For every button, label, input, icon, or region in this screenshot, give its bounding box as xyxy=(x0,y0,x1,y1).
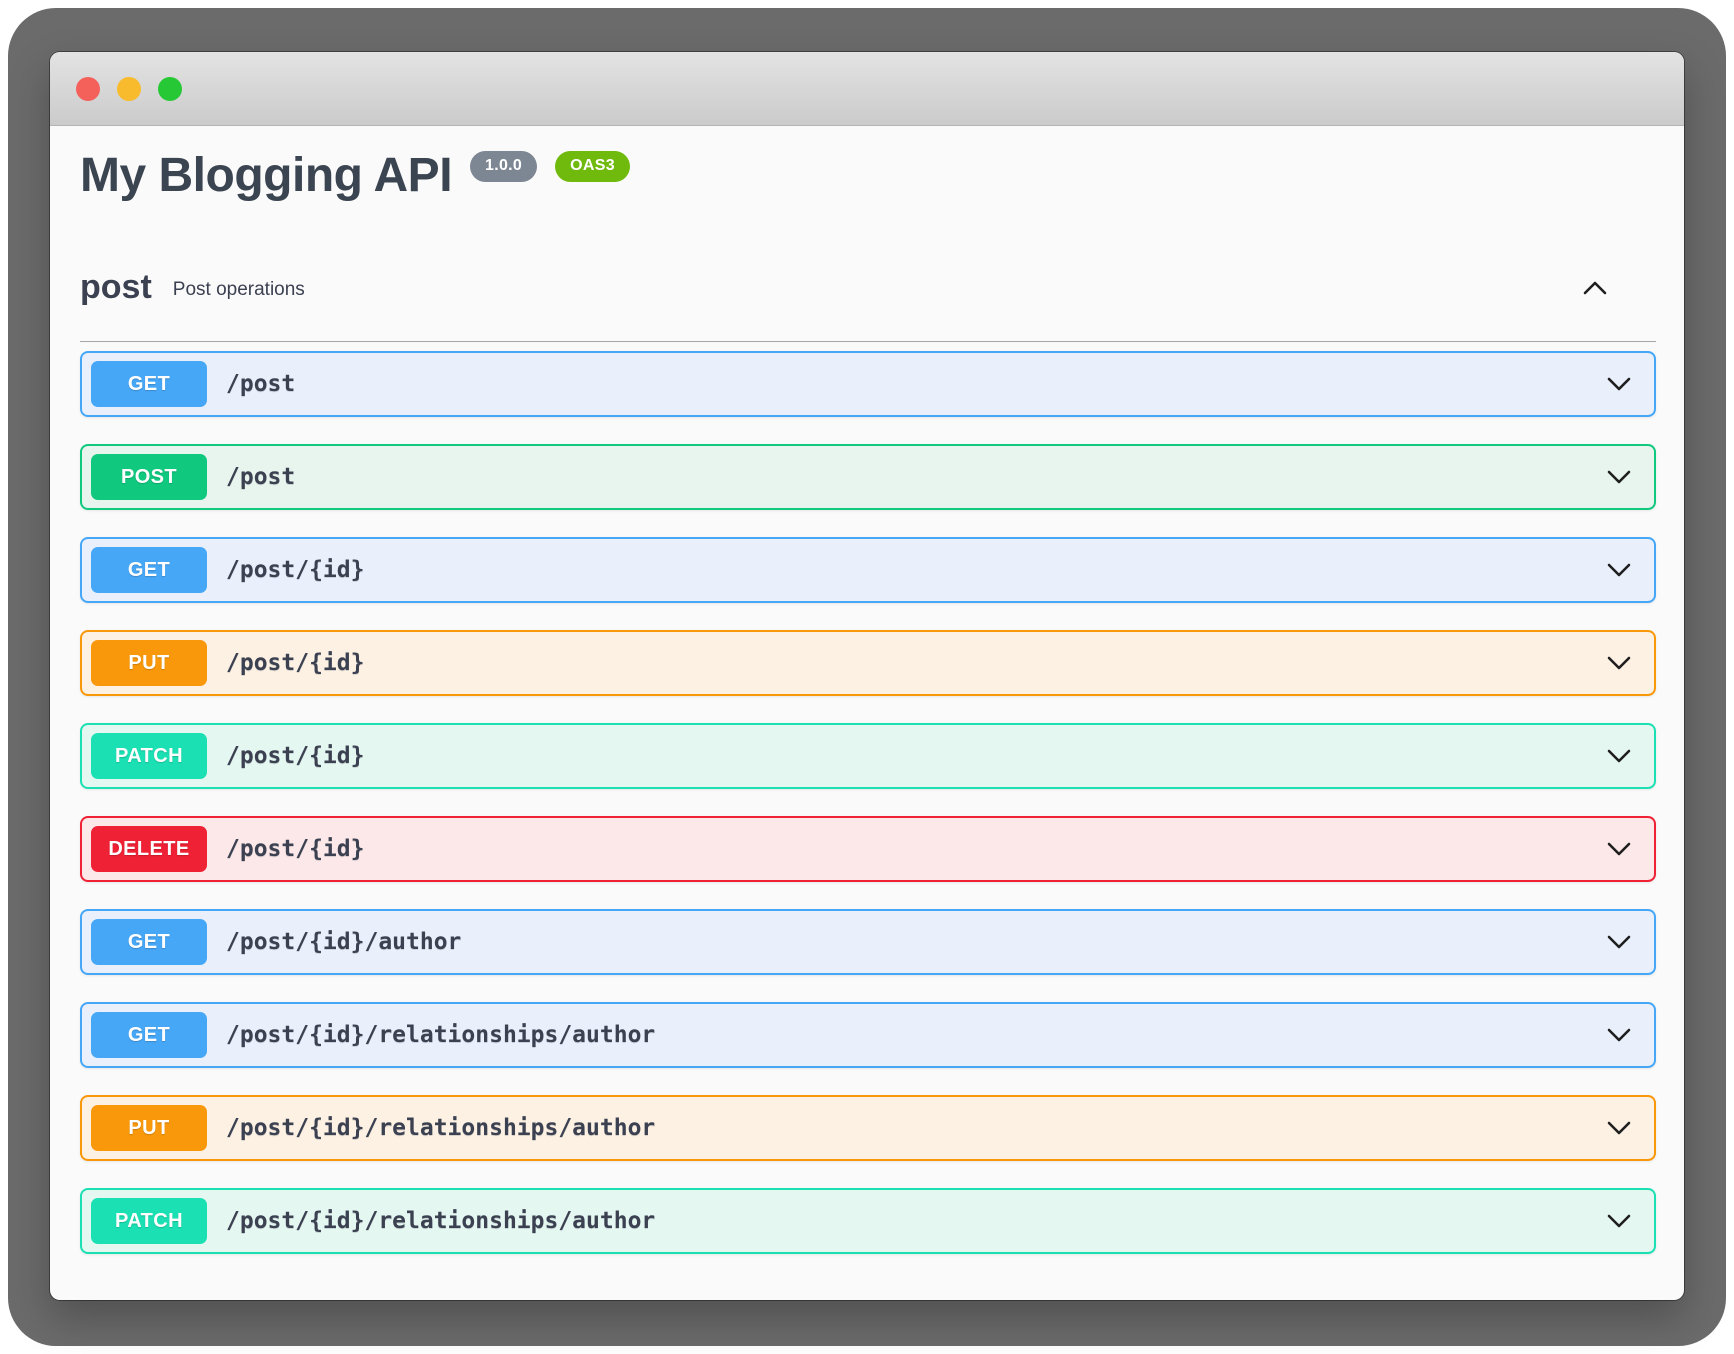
operation-path: /post xyxy=(226,371,295,397)
chevron-down-icon[interactable] xyxy=(1604,745,1634,767)
chevron-down-icon[interactable] xyxy=(1604,466,1634,488)
operation-path: /post/{id}/relationships/author xyxy=(226,1208,655,1234)
method-badge[interactable]: PUT xyxy=(91,1105,207,1151)
method-badge[interactable]: PATCH xyxy=(91,733,207,779)
operation-path: /post/{id} xyxy=(226,557,364,583)
operation-row-patch-4[interactable]: PATCH /post/{id} xyxy=(80,723,1656,789)
chevron-down-icon[interactable] xyxy=(1604,1117,1634,1139)
tag-description: Post operations xyxy=(173,279,305,301)
window-shadow: My Blogging API 1.0.0 OAS3 post Post ope… xyxy=(8,8,1726,1346)
operation-path: /post/{id} xyxy=(226,743,364,769)
window-titlebar xyxy=(50,52,1684,126)
oas3-badge: OAS3 xyxy=(555,151,630,182)
method-badge[interactable]: GET xyxy=(91,361,207,407)
operation-row-get-2[interactable]: GET /post/{id} xyxy=(80,537,1656,603)
tag-name: post xyxy=(80,268,152,307)
operation-path: /post/{id} xyxy=(226,836,364,862)
method-badge[interactable]: GET xyxy=(91,919,207,965)
method-badge[interactable]: POST xyxy=(91,454,207,500)
chevron-down-icon[interactable] xyxy=(1604,559,1634,581)
operation-row-patch-9[interactable]: PATCH /post/{id}/relationships/author xyxy=(80,1188,1656,1254)
method-badge[interactable]: GET xyxy=(91,1012,207,1058)
chevron-up-icon[interactable] xyxy=(1580,277,1610,299)
chevron-down-icon[interactable] xyxy=(1604,838,1634,860)
operation-row-get-0[interactable]: GET /post xyxy=(80,351,1656,417)
operation-row-get-7[interactable]: GET /post/{id}/relationships/author xyxy=(80,1002,1656,1068)
operation-path: /post/{id}/author xyxy=(226,929,461,955)
swagger-ui-content: My Blogging API 1.0.0 OAS3 post Post ope… xyxy=(50,146,1684,1254)
app-window: My Blogging API 1.0.0 OAS3 post Post ope… xyxy=(50,52,1684,1300)
method-badge[interactable]: DELETE xyxy=(91,826,207,872)
zoom-window-button[interactable] xyxy=(158,77,182,101)
minimize-window-button[interactable] xyxy=(117,77,141,101)
operation-row-post-1[interactable]: POST /post xyxy=(80,444,1656,510)
tag-section-post[interactable]: post Post operations xyxy=(80,268,1656,342)
method-badge[interactable]: PATCH xyxy=(91,1198,207,1244)
method-badge[interactable]: GET xyxy=(91,547,207,593)
operation-row-delete-5[interactable]: DELETE /post/{id} xyxy=(80,816,1656,882)
api-header: My Blogging API 1.0.0 OAS3 xyxy=(80,146,1656,206)
operation-path: /post/{id}/relationships/author xyxy=(226,1115,655,1141)
version-badge: 1.0.0 xyxy=(470,151,537,182)
chevron-down-icon[interactable] xyxy=(1604,1024,1634,1046)
chevron-down-icon[interactable] xyxy=(1604,373,1634,395)
chevron-down-icon[interactable] xyxy=(1604,931,1634,953)
operation-row-put-8[interactable]: PUT /post/{id}/relationships/author xyxy=(80,1095,1656,1161)
close-window-button[interactable] xyxy=(76,77,100,101)
method-badge[interactable]: PUT xyxy=(91,640,207,686)
chevron-down-icon[interactable] xyxy=(1604,652,1634,674)
operation-row-put-3[interactable]: PUT /post/{id} xyxy=(80,630,1656,696)
operation-path: /post xyxy=(226,464,295,490)
operation-path: /post/{id} xyxy=(226,650,364,676)
operation-row-get-6[interactable]: GET /post/{id}/author xyxy=(80,909,1656,975)
operation-path: /post/{id}/relationships/author xyxy=(226,1022,655,1048)
page-title: My Blogging API xyxy=(80,146,452,206)
operations-list: GET /post POST /post GET /post/{id} PUT … xyxy=(80,351,1656,1254)
chevron-down-icon[interactable] xyxy=(1604,1210,1634,1232)
